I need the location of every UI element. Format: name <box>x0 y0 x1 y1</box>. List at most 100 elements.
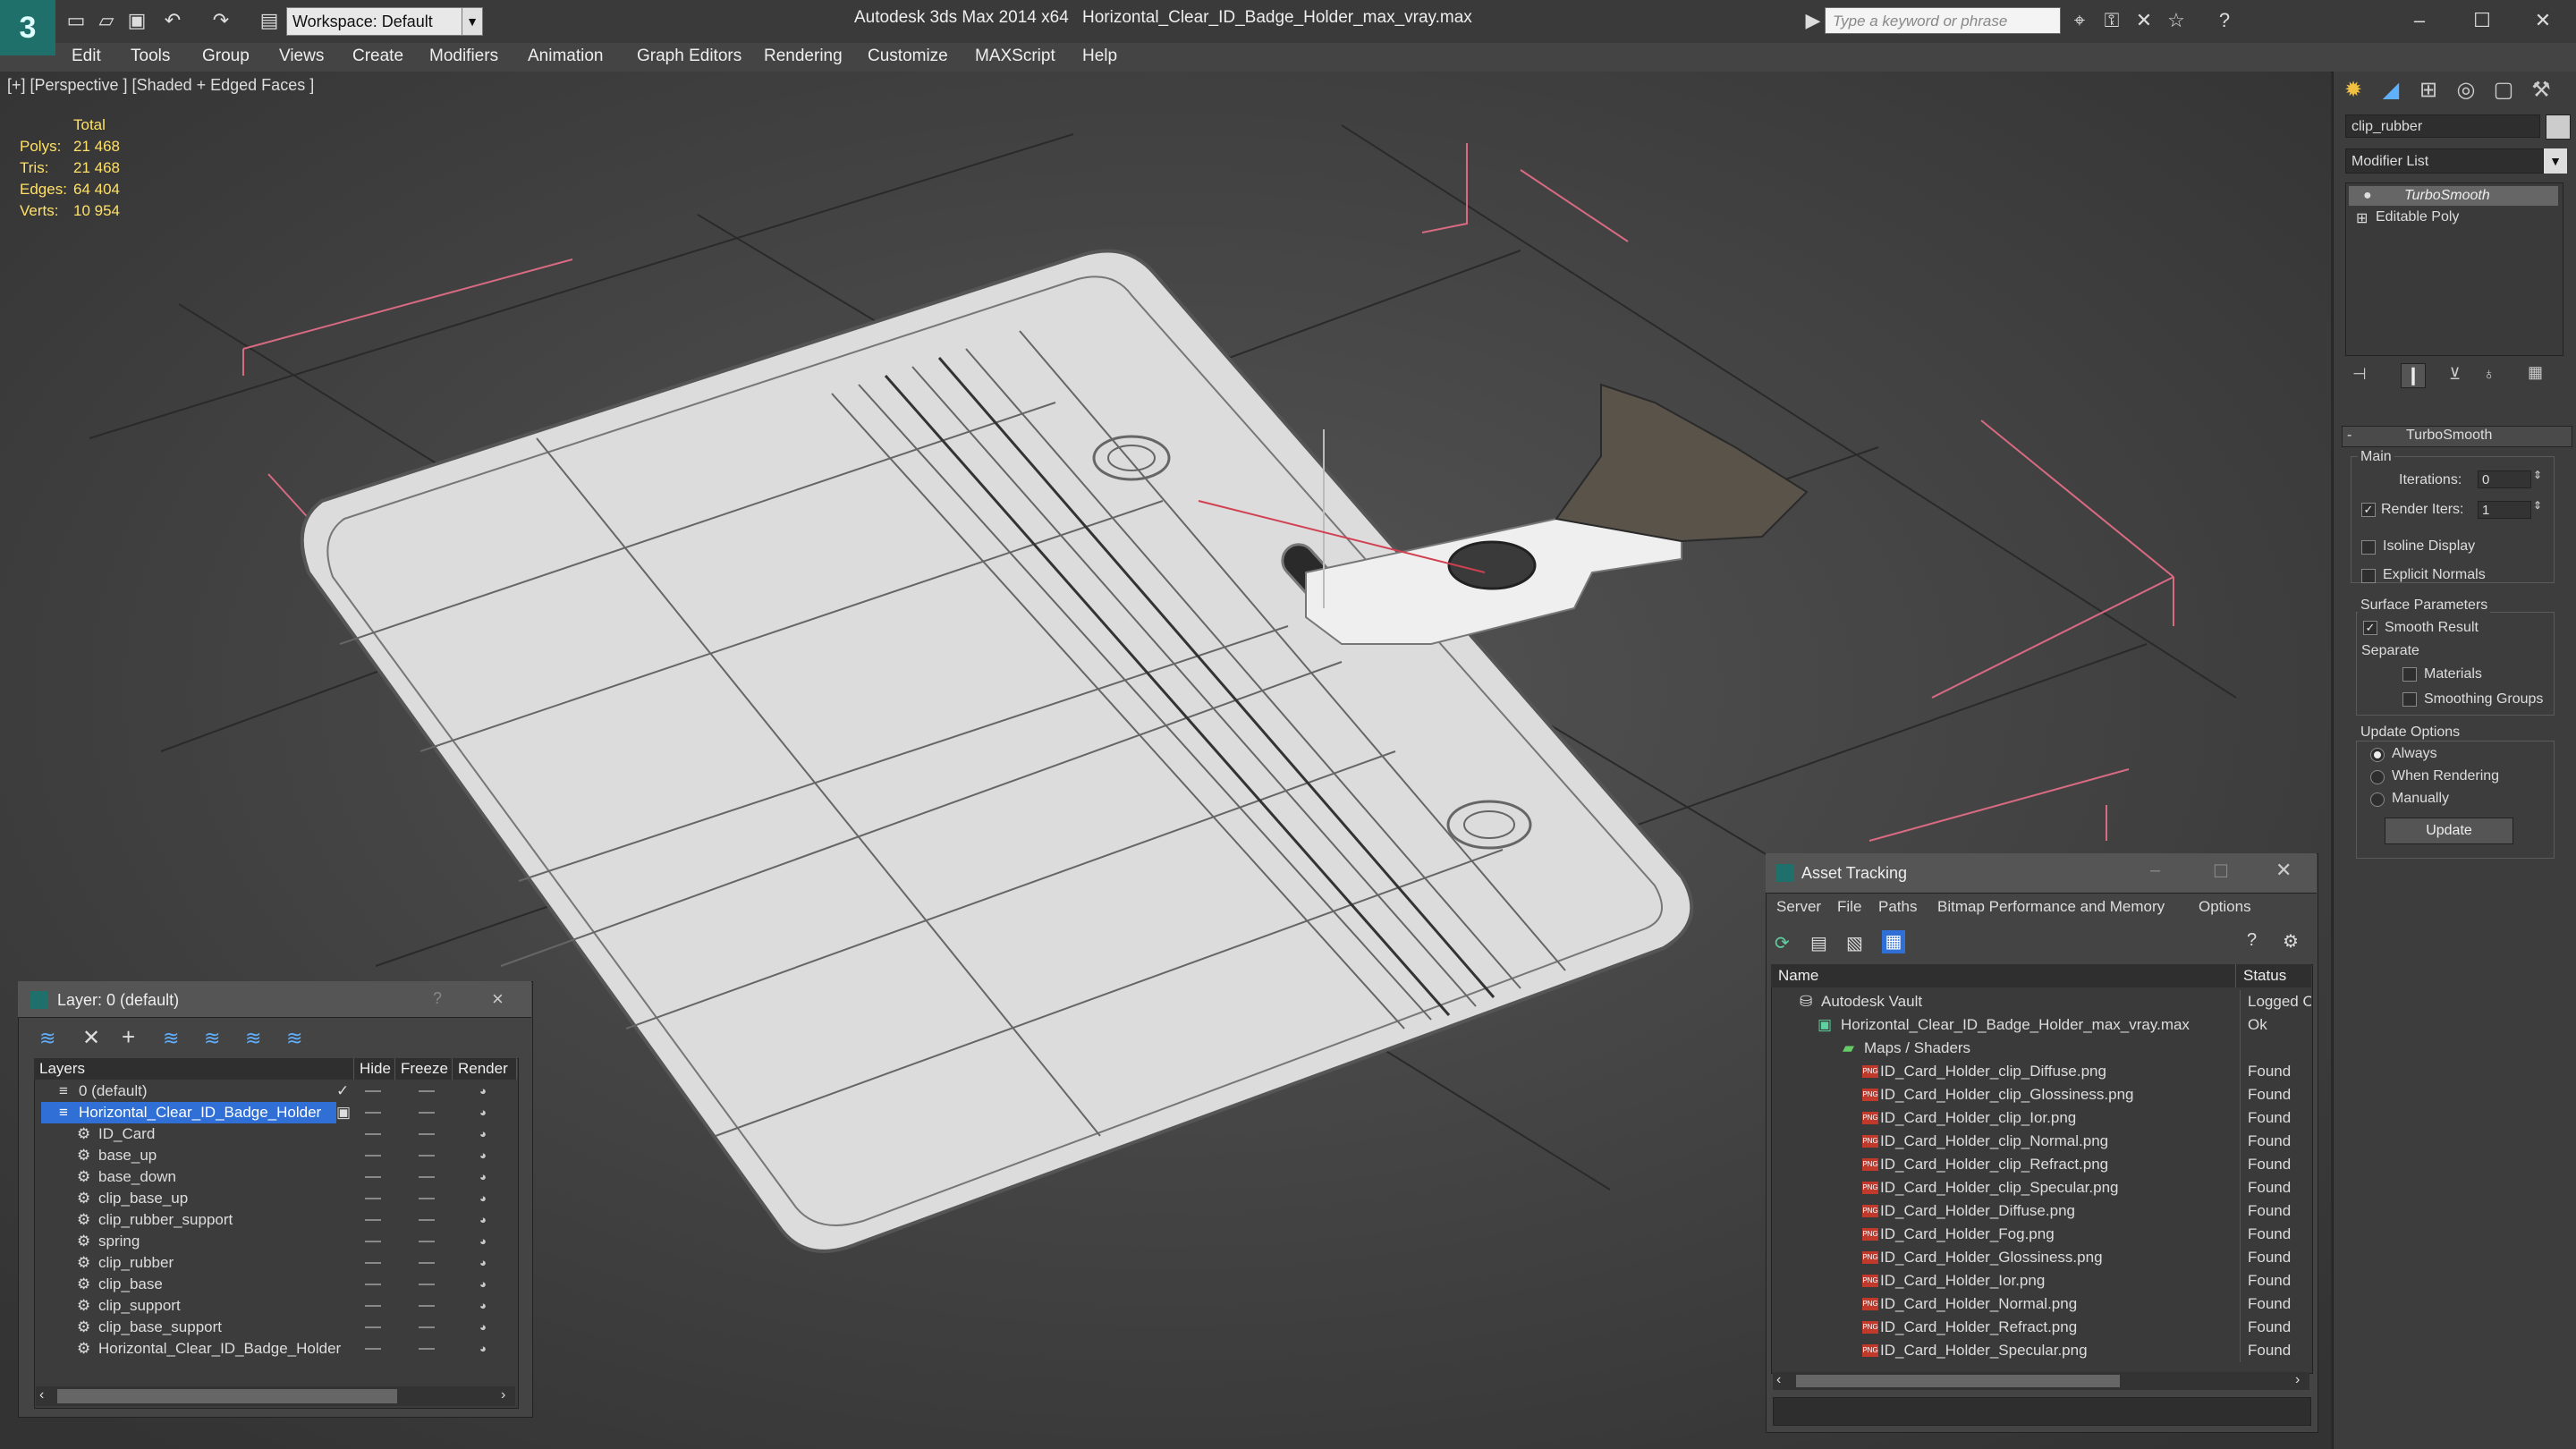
layer-row[interactable]: ⚙ clip_base_support ◕ <box>36 1317 515 1338</box>
asset-row[interactable]: ▰ Maps / Shaders <box>1773 1037 2311 1060</box>
teapot-icon[interactable]: ◕ <box>479 1171 494 1183</box>
asset-row[interactable]: PNG ID_Card_Holder_Fog.png Found <box>1773 1223 2311 1246</box>
new-file-icon[interactable]: ▭ <box>64 9 88 32</box>
manually-radio[interactable] <box>2370 792 2385 807</box>
save-file-icon[interactable]: ▣ <box>125 9 148 32</box>
menu-tools[interactable]: Tools <box>131 47 170 66</box>
chevron-right-icon[interactable]: › <box>501 1387 505 1403</box>
asset-row[interactable]: ⛁ Autodesk Vault Logged Out <box>1773 990 2311 1013</box>
menu-help[interactable]: Help <box>1082 47 1117 66</box>
smooth-result-checkbox[interactable]: ✓ <box>2363 621 2377 635</box>
column-name[interactable]: Name <box>1771 964 2236 987</box>
layer-row[interactable]: ⚙ Horizontal_Clear_ID_Badge_Holder ◕ <box>36 1338 515 1360</box>
asset-row[interactable]: PNG ID_Card_Holder_Specular.png Found <box>1773 1339 2311 1362</box>
teapot-icon[interactable]: ◕ <box>479 1343 494 1355</box>
layer-row[interactable]: ⚙ spring ◕ <box>36 1231 515 1252</box>
chevron-left-icon[interactable]: ‹ <box>39 1387 44 1403</box>
menu-modifiers[interactable]: Modifiers <box>429 47 498 66</box>
layer-row[interactable]: ⚙ clip_support ◕ <box>36 1295 515 1317</box>
object-name-field[interactable]: clip_rubber <box>2345 114 2540 138</box>
highlight-layer-icon[interactable]: ≋ <box>204 1027 220 1050</box>
teapot-icon[interactable]: ◕ <box>479 1235 494 1248</box>
menu-maxscript[interactable]: MAXScript <box>975 47 1055 66</box>
utilities-tab-icon[interactable]: ⚒ <box>2526 75 2556 106</box>
spinner-arrows-icon[interactable]: ⇕ <box>2533 499 2542 512</box>
thumbnail-view-icon[interactable]: ▧ <box>1846 932 1863 954</box>
search-input[interactable]: Type a keyword or phrase <box>1825 7 2061 34</box>
create-layer-icon[interactable]: ≋ <box>39 1027 55 1050</box>
motion-tab-icon[interactable]: ◎ <box>2451 75 2481 106</box>
asset-row[interactable]: PNG ID_Card_Holder_Refract.png Found <box>1773 1316 2311 1339</box>
teapot-icon[interactable]: ◕ <box>479 1257 494 1269</box>
maximize-icon[interactable]: ☐ <box>2462 5 2503 36</box>
chevron-right-icon[interactable]: › <box>2295 1372 2300 1388</box>
layer-row[interactable]: ⚙ base_up ◕ <box>36 1145 515 1166</box>
active-layer-icon[interactable]: ▣ <box>336 1102 351 1123</box>
iterations-spinner[interactable]: 0 <box>2478 470 2531 488</box>
expand-icon[interactable]: ⊞ <box>2356 209 2368 227</box>
project-folder-icon[interactable]: ▤ <box>258 9 281 32</box>
asset-row[interactable]: PNG ID_Card_Holder_Diffuse.png Found <box>1773 1199 2311 1223</box>
asset-row[interactable]: PNG ID_Card_Holder_clip_Diffuse.png Foun… <box>1773 1060 2311 1083</box>
collapse-icon[interactable]: - <box>2347 428 2351 444</box>
lightbulb-icon[interactable]: ● <box>2363 188 2372 204</box>
layer-row[interactable]: ⚙ clip_base ◕ <box>36 1274 515 1295</box>
star-icon[interactable]: ☆ <box>2165 9 2188 32</box>
layer-row[interactable]: ⚙ clip_rubber_support ◕ <box>36 1209 515 1231</box>
refresh-icon[interactable]: ⟳ <box>1775 932 1790 954</box>
menu-group[interactable]: Group <box>202 47 250 66</box>
hide-all-icon[interactable]: ≋ <box>245 1027 261 1050</box>
menu-rendering[interactable]: Rendering <box>764 47 843 66</box>
help-icon[interactable]: ? <box>433 989 442 1008</box>
display-tab-icon[interactable]: ▢ <box>2488 75 2519 106</box>
asset-row[interactable]: PNG ID_Card_Holder_Glossiness.png Found <box>1773 1246 2311 1269</box>
open-file-icon[interactable]: ▱ <box>95 9 118 32</box>
asset-path-field[interactable] <box>1773 1397 2311 1426</box>
asset-row[interactable]: PNG ID_Card_Holder_clip_Refract.png Foun… <box>1773 1153 2311 1176</box>
select-objects-icon[interactable]: ≋ <box>163 1027 179 1050</box>
search-expand-icon[interactable]: ▶ <box>1801 9 1825 32</box>
spinner-arrows-icon[interactable]: ⇕ <box>2533 469 2542 481</box>
chevron-down-icon[interactable]: ▼ <box>2544 148 2567 174</box>
asset-menu-options[interactable]: Options <box>2199 898 2251 916</box>
menu-graph-editors[interactable]: Graph Editors <box>637 47 741 66</box>
chevron-down-icon[interactable]: ▼ <box>462 7 483 36</box>
column-layers[interactable]: Layers <box>34 1058 354 1080</box>
asset-row[interactable]: PNG ID_Card_Holder_Normal.png Found <box>1773 1292 2311 1316</box>
add-to-layer-icon[interactable]: + <box>122 1023 135 1051</box>
menu-create[interactable]: Create <box>352 47 403 66</box>
help-icon[interactable]: ? <box>2213 9 2236 32</box>
show-end-result-icon[interactable]: ❙ <box>2401 363 2426 388</box>
stack-item-editable-poly[interactable]: Editable Poly <box>2376 209 2459 225</box>
maximize-icon[interactable]: ☐ <box>2213 860 2229 883</box>
table-view-icon[interactable]: ▦ <box>1882 930 1905 953</box>
teapot-icon[interactable]: ◕ <box>479 1128 494 1140</box>
modifier-list-dropdown[interactable]: Modifier List <box>2345 148 2544 174</box>
asset-menu-server[interactable]: Server <box>1776 898 1821 916</box>
asset-row[interactable]: PNG ID_Card_Holder_clip_Specular.png Fou… <box>1773 1176 2311 1199</box>
list-view-icon[interactable]: ▤ <box>1810 932 1827 954</box>
render-iters-spinner[interactable]: 1 <box>2478 501 2531 519</box>
explicit-normals-checkbox[interactable] <box>2361 569 2376 583</box>
viewport-label[interactable]: [+] [Perspective ] [Shaded + Edged Faces… <box>7 76 314 95</box>
scrollbar-thumb[interactable] <box>57 1389 397 1403</box>
freeze-all-icon[interactable]: ≋ <box>286 1027 302 1050</box>
binoculars-icon[interactable]: ⌖ <box>2068 9 2091 32</box>
column-freeze[interactable]: Freeze <box>395 1058 453 1080</box>
help-icon[interactable]: ? <box>2247 930 2257 951</box>
always-radio[interactable] <box>2370 748 2385 762</box>
menu-animation[interactable]: Animation <box>528 47 604 66</box>
teapot-icon[interactable]: ◕ <box>479 1085 494 1097</box>
chevron-left-icon[interactable]: ‹ <box>1776 1372 1781 1388</box>
tools-icon[interactable]: ✕ <box>2132 9 2156 32</box>
layer-row[interactable]: ≡ 0 (default) ✓ ◕ <box>36 1080 515 1102</box>
minimize-icon[interactable]: – <box>2399 5 2440 36</box>
teapot-icon[interactable]: ◕ <box>479 1321 494 1334</box>
close-icon[interactable]: ✕ <box>2275 859 2292 882</box>
minimize-icon[interactable]: – <box>2150 860 2160 881</box>
menu-edit[interactable]: Edit <box>72 47 101 66</box>
column-render[interactable]: Render <box>453 1058 517 1080</box>
update-button[interactable]: Update <box>2385 818 2513 844</box>
workspace-dropdown[interactable]: Workspace: Default <box>286 7 463 36</box>
asset-row[interactable]: PNG ID_Card_Holder_clip_Normal.png Found <box>1773 1130 2311 1153</box>
